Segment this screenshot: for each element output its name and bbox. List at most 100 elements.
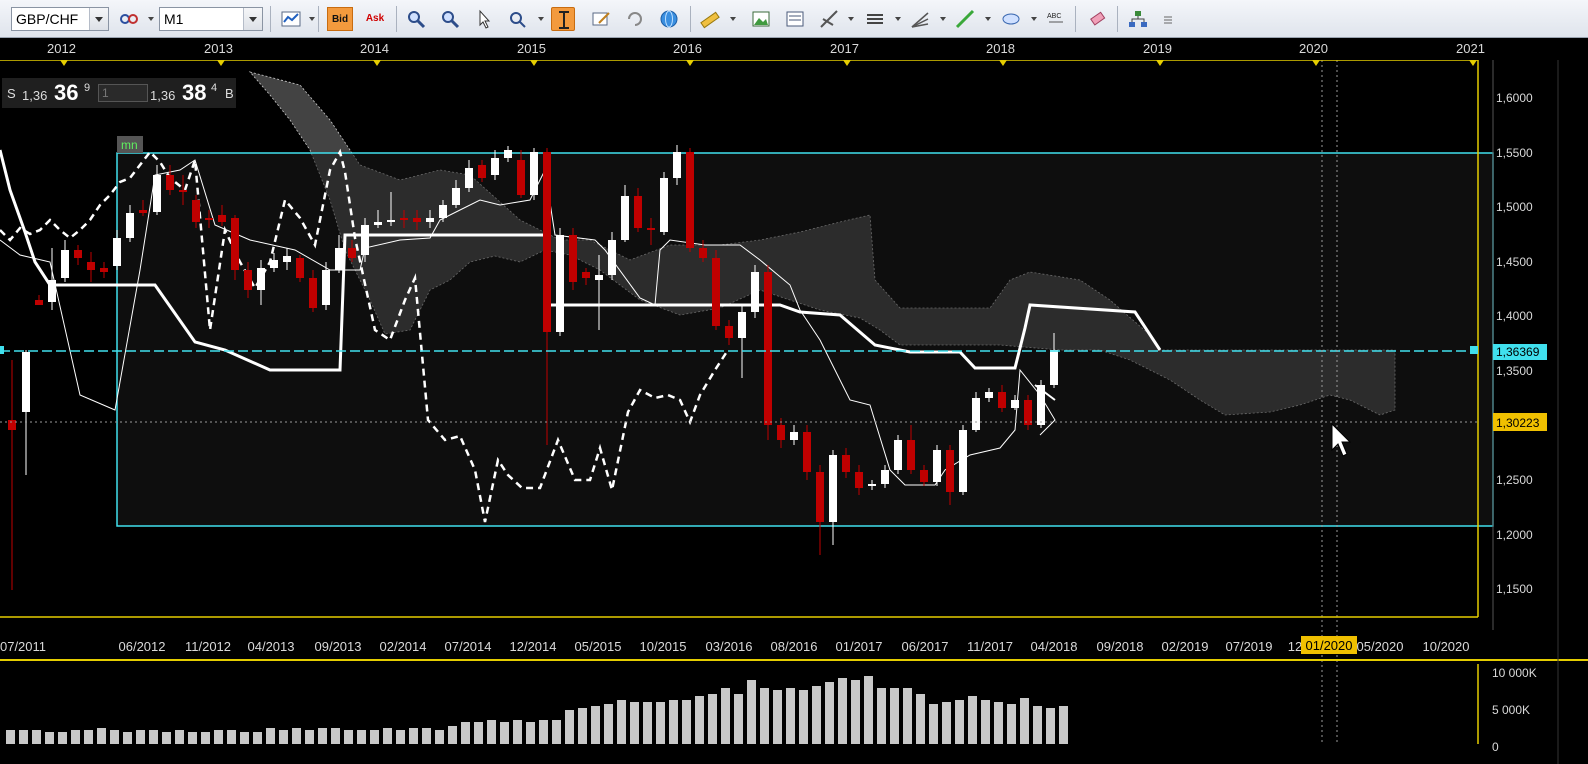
volume-bar — [864, 676, 873, 744]
image-icon[interactable] — [749, 7, 773, 31]
price-panel: S 1,36 36 9 1 1,36 38 4 B — [2, 78, 236, 108]
candle-body — [244, 270, 252, 290]
volume-bar — [682, 700, 691, 744]
volume-bar — [162, 732, 171, 744]
chevron-down-icon[interactable] — [148, 17, 154, 21]
network-icon[interactable] — [1126, 7, 1150, 31]
volume-bar — [955, 700, 964, 744]
text-tool-icon[interactable]: ABC — [1044, 7, 1068, 31]
candle-body — [270, 260, 278, 268]
candle-body — [881, 470, 889, 484]
candle-body — [439, 205, 447, 218]
candle-body — [283, 256, 291, 262]
candle-body — [920, 470, 928, 482]
candle-body — [1037, 385, 1045, 425]
volume-bar — [58, 732, 67, 744]
candle-body — [764, 272, 772, 425]
candle-body — [816, 472, 824, 522]
zoom-out-icon[interactable] — [438, 7, 462, 31]
eraser-icon[interactable] — [1086, 7, 1110, 31]
volume-bar — [370, 730, 379, 744]
template-icon[interactable] — [783, 7, 807, 31]
chevron-down-icon[interactable] — [309, 17, 315, 21]
sell-price-big[interactable]: 36 — [54, 80, 78, 106]
volume-tick-label: 10 000K — [1492, 666, 1537, 680]
volume-bar — [643, 702, 652, 744]
top-year-axis: 2012 2013 2014 2015 2016 2017 2018 2019 … — [0, 38, 1588, 60]
current-price-handle-left[interactable] — [0, 346, 4, 354]
date-tick-label: 09/2018 — [1097, 639, 1144, 654]
candle-body — [790, 432, 798, 440]
buy-price-sup: 4 — [211, 82, 218, 94]
buy-price-big[interactable]: 38 — [182, 80, 206, 106]
chevron-down-icon[interactable] — [243, 8, 262, 30]
candle-body — [868, 484, 876, 486]
date-tick-label: 02/2019 — [1162, 639, 1209, 654]
ask-button[interactable]: Ask — [362, 7, 388, 31]
pointer-tool-icon[interactable] — [472, 7, 496, 31]
volume-bar — [487, 720, 496, 744]
horizontal-lines-icon[interactable] — [863, 7, 887, 31]
year-label: 2014 — [360, 41, 389, 56]
sell-price-prefix: 1,36 — [22, 88, 48, 103]
candle-body — [634, 196, 642, 228]
candle-body — [972, 398, 980, 430]
year-label: 2021 — [1456, 41, 1485, 56]
chevron-down-icon[interactable] — [940, 17, 946, 21]
bid-button[interactable]: Bid — [327, 7, 353, 31]
globe-icon[interactable] — [657, 7, 681, 31]
candle-body — [452, 188, 460, 205]
candle-body — [829, 455, 837, 522]
chevron-down-icon[interactable] — [730, 17, 736, 21]
timeframe-select[interactable]: M1 — [159, 7, 263, 31]
trendline-color-icon[interactable] — [953, 7, 977, 31]
volume-bar — [19, 730, 28, 744]
price-tick-label: 1,4000 — [1496, 309, 1533, 323]
toolbar-overflow-icon[interactable] — [1156, 7, 1172, 31]
candle-body — [374, 222, 382, 225]
chevron-down-icon[interactable] — [538, 17, 544, 21]
fan-lines-icon[interactable] — [908, 7, 932, 31]
volume-bar — [396, 730, 405, 744]
ruler-icon[interactable] — [698, 7, 722, 31]
date-tick-label: 04/2018 — [1031, 639, 1078, 654]
candle-body — [296, 258, 304, 278]
candle-body — [1024, 400, 1032, 425]
price-tick-label: 1,2000 — [1496, 528, 1533, 542]
volume-bar — [214, 730, 223, 744]
volume-bar — [539, 720, 548, 744]
volume-bar — [526, 722, 535, 744]
chart-area[interactable]: 1,6000 1,5500 1,5000 1,4500 1,4000 1,350… — [0, 60, 1588, 764]
volume-bar — [578, 708, 587, 744]
crosshair-link-icon[interactable] — [117, 7, 141, 31]
volume-bar — [175, 730, 184, 744]
drawing-tools-icon[interactable] — [817, 7, 841, 31]
date-tick-label: 02/2014 — [380, 639, 427, 654]
price-axis-labels: 1,6000 1,5500 1,5000 1,4500 1,4000 1,350… — [1496, 91, 1533, 596]
chevron-down-icon[interactable] — [848, 17, 854, 21]
current-price-handle[interactable] — [1470, 346, 1478, 354]
ellipse-icon[interactable] — [999, 7, 1023, 31]
volume-bar — [409, 728, 418, 744]
chart-type-icon[interactable] — [279, 7, 303, 31]
symbol-select[interactable]: GBP/CHF — [11, 7, 109, 31]
zoom-in-icon[interactable] — [404, 7, 428, 31]
volume-bar — [916, 694, 925, 744]
candle-body — [660, 178, 668, 232]
candle-body — [712, 258, 720, 326]
candle-body — [387, 220, 395, 222]
volume-bar — [890, 688, 899, 744]
zoom-box-icon[interactable] — [506, 7, 530, 31]
volume-bar — [695, 696, 704, 744]
date-tick-label: 07/2014 — [445, 639, 492, 654]
chevron-down-icon[interactable] — [895, 17, 901, 21]
vertical-cursor-icon[interactable] — [551, 7, 575, 31]
volume-bar — [773, 690, 782, 744]
candle-body — [530, 152, 538, 195]
chevron-down-icon[interactable] — [1031, 17, 1037, 21]
chevron-down-icon[interactable] — [89, 8, 108, 30]
edit-window-icon[interactable] — [589, 7, 613, 31]
date-tick-label: 01/2017 — [836, 639, 883, 654]
refresh-icon[interactable] — [623, 7, 647, 31]
chevron-down-icon[interactable] — [985, 17, 991, 21]
